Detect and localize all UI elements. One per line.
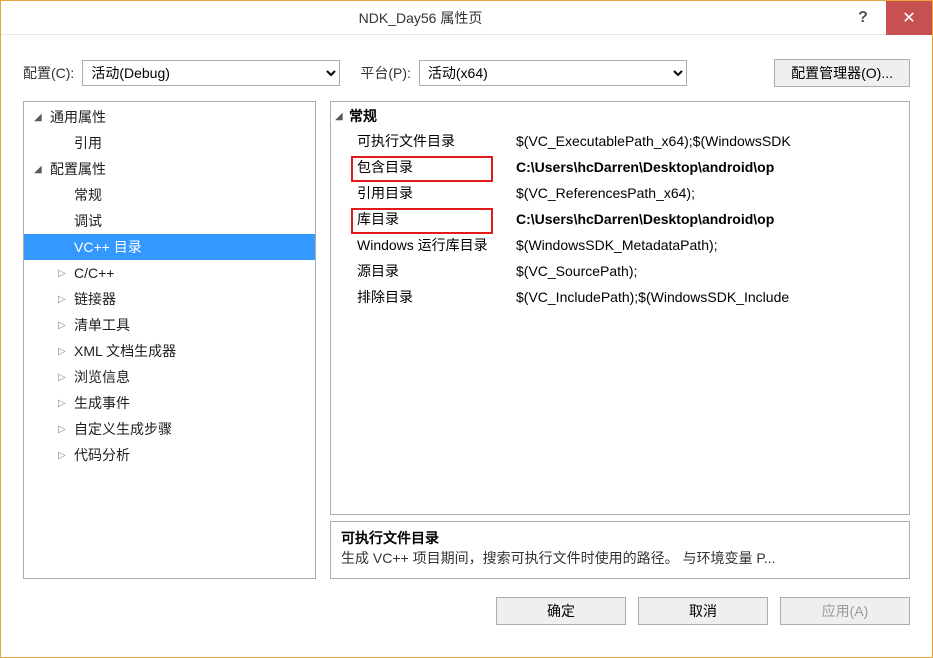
property-row[interactable]: 源目录$(VC_SourcePath); (331, 258, 909, 284)
tree-item-label: 引用 (74, 133, 102, 153)
tree-item-label: C/C++ (74, 265, 114, 281)
window-title: NDK_Day56 属性页 (1, 8, 840, 28)
apply-button[interactable]: 应用(A) (780, 597, 910, 625)
cancel-button[interactable]: 取消 (638, 597, 768, 625)
tree-item[interactable]: 常规 (24, 182, 315, 208)
property-value[interactable]: $(WindowsSDK_MetadataPath); (516, 237, 909, 253)
property-row[interactable]: Windows 运行库目录$(WindowsSDK_MetadataPath); (331, 232, 909, 258)
tree-item[interactable]: 清单工具 (24, 312, 315, 338)
description-text: 生成 VC++ 项目期间，搜索可执行文件时使用的路径。 与环境变量 P... (341, 548, 899, 568)
tree-item-label: 清单工具 (74, 315, 130, 335)
dialog-footer: 确定 取消 应用(A) (1, 579, 932, 643)
property-key: 排除目录 (331, 287, 516, 307)
property-row[interactable]: 包含目录C:\Users\hcDarren\Desktop\android\op (331, 154, 909, 180)
grid-category-label: 常规 (349, 106, 377, 126)
tree-item-label: 调试 (74, 211, 102, 231)
config-manager-button[interactable]: 配置管理器(O)... (774, 59, 910, 87)
property-row[interactable]: 排除目录$(VC_IncludePath);$(WindowsSDK_Inclu… (331, 284, 909, 310)
tree-item[interactable]: XML 文档生成器 (24, 338, 315, 364)
property-key: 引用目录 (331, 183, 516, 203)
property-row[interactable]: 引用目录$(VC_ReferencesPath_x64); (331, 180, 909, 206)
tree-item[interactable]: VC++ 目录 (24, 234, 315, 260)
property-value[interactable]: $(VC_ExecutablePath_x64);$(WindowsSDK (516, 133, 909, 149)
tree-item[interactable]: 引用 (24, 130, 315, 156)
collapse-icon[interactable] (335, 111, 349, 122)
property-value[interactable]: C:\Users\hcDarren\Desktop\android\op (516, 211, 909, 227)
expand-closed-icon[interactable] (58, 450, 72, 461)
property-key: Windows 运行库目录 (331, 235, 516, 255)
property-value[interactable]: $(VC_SourcePath); (516, 263, 909, 279)
tree-item-label: 链接器 (74, 289, 116, 309)
expand-closed-icon[interactable] (58, 398, 72, 409)
tree-item[interactable]: 链接器 (24, 286, 315, 312)
platform-label: 平台(P): (360, 63, 411, 83)
tree-item-label: 自定义生成步骤 (74, 419, 172, 439)
help-button[interactable]: ? (840, 1, 886, 35)
expand-closed-icon[interactable] (58, 372, 72, 383)
expand-closed-icon[interactable] (58, 320, 72, 331)
tree-item[interactable]: 浏览信息 (24, 364, 315, 390)
tree-item[interactable]: C/C++ (24, 260, 315, 286)
tree-item[interactable]: 自定义生成步骤 (24, 416, 315, 442)
expand-closed-icon[interactable] (58, 424, 72, 435)
tree-item-label: 配置属性 (50, 159, 106, 179)
tree-item-label: 生成事件 (74, 393, 130, 413)
grid-category-header[interactable]: 常规 (331, 104, 909, 128)
tree-item[interactable]: 调试 (24, 208, 315, 234)
config-label: 配置(C): (23, 63, 74, 83)
tree-item-label: 常规 (74, 185, 102, 205)
property-row[interactable]: 库目录C:\Users\hcDarren\Desktop\android\op (331, 206, 909, 232)
property-key: 源目录 (331, 261, 516, 281)
tree-item-label: 代码分析 (74, 445, 130, 465)
tree-item-label: 浏览信息 (74, 367, 130, 387)
property-grid[interactable]: 常规可执行文件目录$(VC_ExecutablePath_x64);$(Wind… (330, 101, 910, 515)
nav-tree[interactable]: 通用属性引用配置属性常规调试 VC++ 目录 C/C++ 链接器清单工具 XML 文档生… (23, 101, 316, 579)
expand-closed-icon[interactable] (58, 294, 72, 305)
highlight-box (351, 156, 493, 182)
tree-item-label: XML 文档生成器 (74, 341, 176, 361)
tree-item[interactable]: 生成事件 (24, 390, 315, 416)
expand-open-icon[interactable] (34, 112, 48, 123)
close-button[interactable]: ✕ (886, 1, 932, 35)
toolbar: 配置(C): 活动(Debug) 平台(P): 活动(x64) 配置管理器(O)… (1, 35, 932, 101)
expand-open-icon[interactable] (34, 164, 48, 175)
description-panel: 可执行文件目录 生成 VC++ 项目期间，搜索可执行文件时使用的路径。 与环境变… (330, 521, 910, 579)
titlebar: NDK_Day56 属性页 ? ✕ (1, 1, 932, 35)
expand-closed-icon[interactable] (58, 346, 72, 357)
ok-button[interactable]: 确定 (496, 597, 626, 625)
property-value[interactable]: C:\Users\hcDarren\Desktop\android\op (516, 159, 909, 175)
tree-item-label: 通用属性 (50, 107, 106, 127)
tree-item[interactable]: 通用属性 (24, 104, 315, 130)
platform-select[interactable]: 活动(x64) (419, 60, 687, 86)
property-value[interactable]: $(VC_IncludePath);$(WindowsSDK_Include (516, 289, 909, 305)
tree-item[interactable]: 代码分析 (24, 442, 315, 468)
property-key: 可执行文件目录 (331, 131, 516, 151)
property-row[interactable]: 可执行文件目录$(VC_ExecutablePath_x64);$(Window… (331, 128, 909, 154)
highlight-box (351, 208, 493, 234)
property-key: 包含目录 (331, 157, 516, 177)
property-key: 库目录 (331, 209, 516, 229)
property-value[interactable]: $(VC_ReferencesPath_x64); (516, 185, 909, 201)
tree-item[interactable]: 配置属性 (24, 156, 315, 182)
tree-item-label: VC++ 目录 (74, 237, 142, 257)
expand-closed-icon[interactable] (58, 268, 72, 279)
config-select[interactable]: 活动(Debug) (82, 60, 340, 86)
description-title: 可执行文件目录 (341, 528, 899, 548)
